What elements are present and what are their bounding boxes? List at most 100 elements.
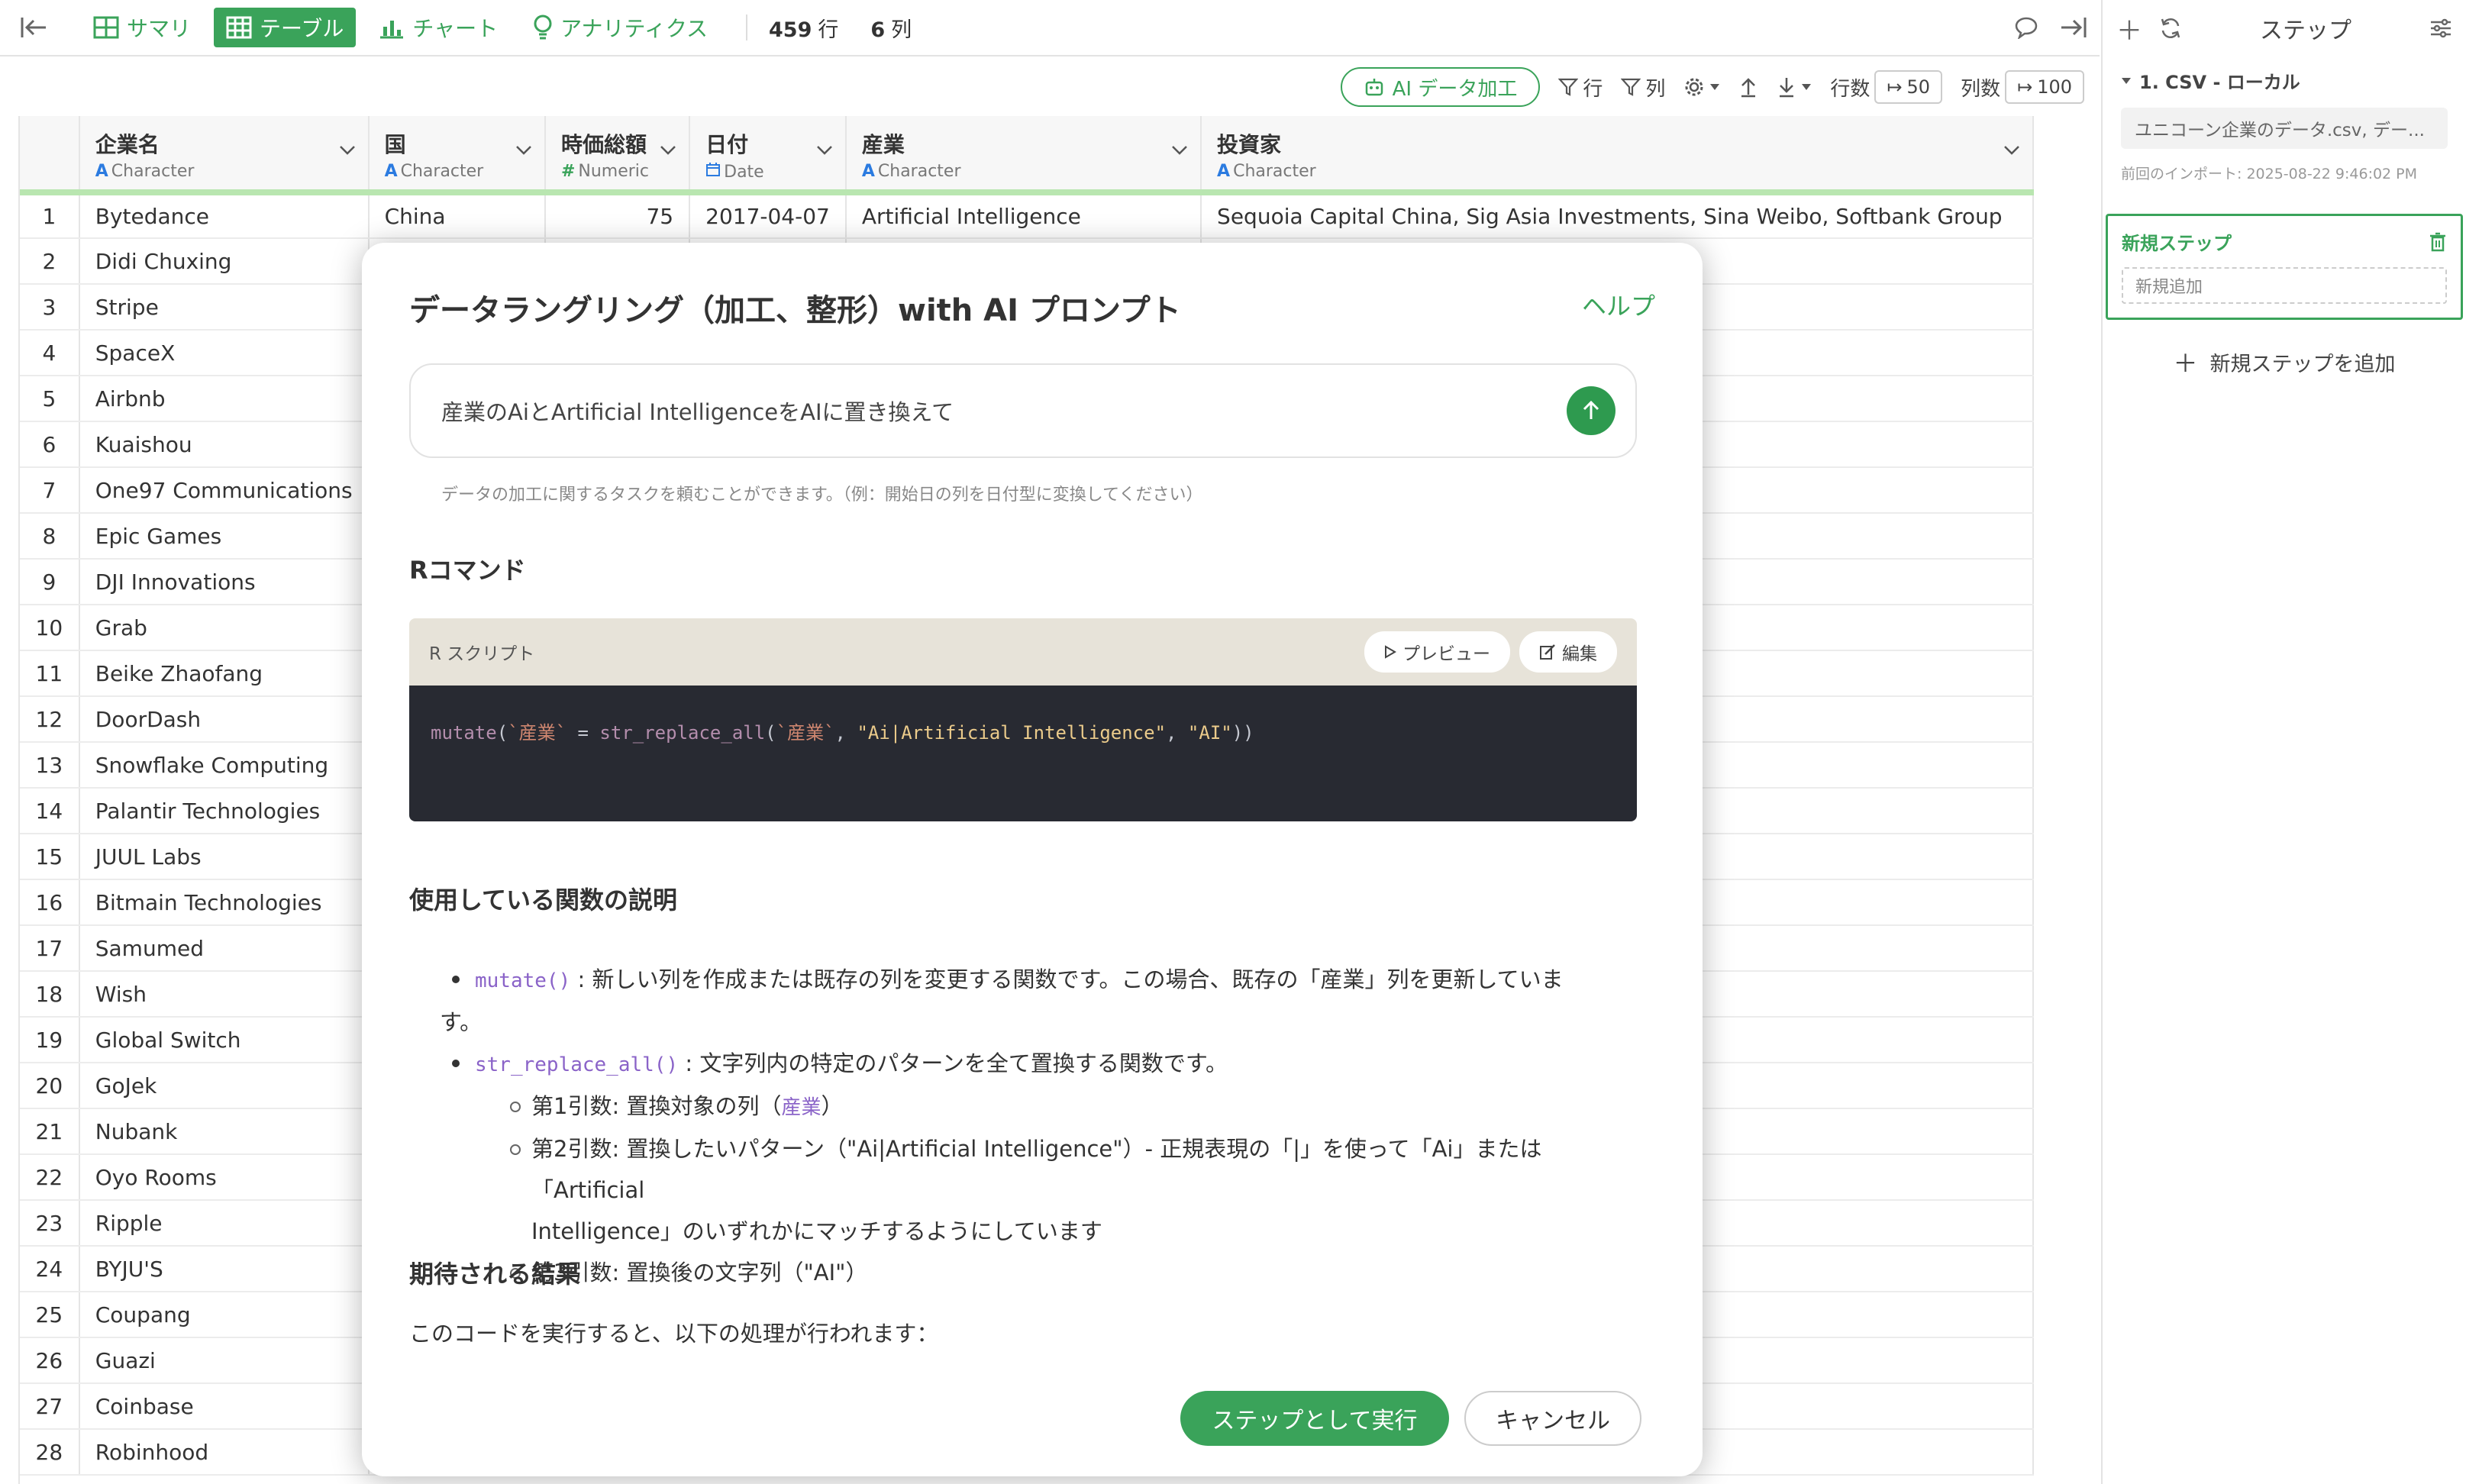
r-script-label: R スクリプト <box>429 644 535 664</box>
collapse-left-icon[interactable] <box>17 11 50 44</box>
column-name: 時価総額 <box>560 132 647 157</box>
table-cell[interactable]: Oyo Rooms <box>79 1154 370 1201</box>
table-cell[interactable]: JUUL Labs <box>79 834 370 880</box>
chevron-down-icon[interactable] <box>660 136 676 161</box>
column-header[interactable]: 日付 Date <box>689 116 847 195</box>
table-cell[interactable]: Grab <box>79 605 370 651</box>
row-number: 8 <box>20 513 80 560</box>
table-cell[interactable]: Robinhood <box>79 1429 370 1476</box>
row-number: 5 <box>20 376 80 422</box>
export-button[interactable] <box>1738 76 1758 98</box>
tab-analytics[interactable]: アナリティクス <box>521 8 720 47</box>
tab-summary[interactable]: サマリ <box>81 8 203 47</box>
table-cell[interactable]: Beike Zhaofang <box>79 650 370 697</box>
rows-label: 行数 <box>1830 77 1870 101</box>
trash-icon[interactable] <box>2429 232 2447 252</box>
chevron-down-icon[interactable] <box>339 136 356 161</box>
plus-icon[interactable]: ＋ <box>2116 10 2142 47</box>
edit-button[interactable]: 編集 <box>1519 631 1617 673</box>
table-cell[interactable]: Epic Games <box>79 513 370 560</box>
table-cell[interactable]: Global Switch <box>79 1017 370 1063</box>
arrow-right-bar-icon: ↦ <box>2017 76 2033 98</box>
collapse-right-icon[interactable] <box>2057 11 2090 44</box>
column-type-label: Character <box>877 162 961 181</box>
column-header[interactable]: 国 A Character <box>368 116 546 195</box>
download-dropdown[interactable] <box>1777 76 1812 98</box>
table-cell[interactable]: Nubank <box>79 1108 370 1155</box>
comment-icon[interactable] <box>2009 11 2043 44</box>
column-type-label: Numeric <box>578 162 649 181</box>
table-cell[interactable]: Coinbase <box>79 1383 370 1430</box>
row-number: 7 <box>20 467 80 514</box>
cols-input[interactable]: ↦ 100 <box>2005 70 2084 104</box>
sliders-icon[interactable] <box>2429 18 2452 39</box>
table-cell[interactable]: SpaceX <box>79 330 370 376</box>
download-icon <box>1780 78 1794 98</box>
code-token: )) <box>1231 722 1254 744</box>
run-as-step-button[interactable]: ステップとして実行 <box>1180 1391 1449 1446</box>
edit-label: 編集 <box>1562 644 1597 664</box>
table-cell[interactable]: Sequoia Capital China, Sig Asia Investme… <box>1201 192 2034 239</box>
chevron-down-icon[interactable] <box>2003 136 2020 161</box>
row-number: 10 <box>20 605 80 651</box>
send-button[interactable] <box>1567 386 1615 435</box>
settings-dropdown[interactable] <box>1683 76 1720 98</box>
list-item: mutate() : 新しい列を作成または既存の列を変更する関数です。この場合、… <box>409 959 1646 1043</box>
table-cell[interactable]: Bitmain Technologies <box>79 879 370 926</box>
column-header[interactable]: 企業名 A Character <box>79 116 370 195</box>
step-csv-local[interactable]: 1. CSV - ローカル ユニコーン企業のデータ.csv, デー... 前回の… <box>2103 56 2466 194</box>
column-type-label: Date <box>724 162 764 182</box>
character-type-icon: A <box>1217 162 1231 181</box>
table-cell[interactable]: Coupang <box>79 1292 370 1338</box>
help-link[interactable]: ヘルプ <box>1582 287 1655 322</box>
table-cell[interactable]: Artificial Intelligence <box>845 192 1202 239</box>
column-filter-button[interactable]: 列 <box>1621 73 1665 102</box>
new-step-card[interactable]: 新規ステップ 新規追加 <box>2106 214 2463 320</box>
table-cell[interactable]: Didi Chuxing <box>79 238 370 285</box>
preview-button[interactable]: プレビュー <box>1364 631 1510 673</box>
inline-code: 産業 <box>781 1096 821 1119</box>
ai-data-wrangling-button[interactable]: AI データ加工 <box>1340 67 1541 107</box>
new-add-input[interactable]: 新規追加 <box>2122 267 2447 304</box>
chevron-down-icon[interactable] <box>515 136 532 161</box>
tab-table[interactable]: テーブル <box>214 8 357 47</box>
table-cell[interactable]: GoJek <box>79 1063 370 1109</box>
row-filter-button[interactable]: 行 <box>1558 73 1603 102</box>
row-number: 12 <box>20 696 80 743</box>
r-script-code[interactable]: mutate(`産業` = str_replace_all(`産業`, "Ai|… <box>409 686 1637 821</box>
column-type: A Character <box>1217 162 2017 181</box>
rows-input[interactable]: ↦ 50 <box>1874 70 1943 104</box>
table-cell[interactable]: Guazi <box>79 1337 370 1384</box>
table-cell[interactable]: Bytedance <box>79 192 370 239</box>
table-cell[interactable]: BYJU'S <box>79 1246 370 1292</box>
table-cell[interactable]: Wish <box>79 971 370 1018</box>
table-cell[interactable]: 75 <box>544 192 691 239</box>
table-cell[interactable]: 2017-04-07 <box>689 192 847 239</box>
table-cell[interactable]: Stripe <box>79 284 370 331</box>
cancel-button[interactable]: キャンセル <box>1464 1391 1641 1446</box>
table-cell[interactable]: One97 Communications <box>79 467 370 514</box>
add-step-button[interactable]: ＋ 新規ステップを追加 <box>2103 344 2466 379</box>
table-cell[interactable]: Palantir Technologies <box>79 788 370 834</box>
column-header[interactable]: 産業 A Character <box>845 116 1202 195</box>
table-cell[interactable]: China <box>368 192 546 239</box>
row-number: 15 <box>20 834 80 880</box>
step-file-name[interactable]: ユニコーン企業のデータ.csv, デー... <box>2121 108 2448 149</box>
table-cell[interactable]: Airbnb <box>79 376 370 422</box>
table-cell[interactable]: Samumed <box>79 925 370 972</box>
tab-chart[interactable]: チャート <box>366 8 510 47</box>
column-header[interactable]: 時価総額 # Numeric <box>544 116 691 195</box>
refresh-icon[interactable] <box>2159 17 2182 40</box>
table-cell[interactable]: Snowflake Computing <box>79 742 370 789</box>
table-cell[interactable]: DoorDash <box>79 696 370 743</box>
column-header[interactable]: 投資家 A Character <box>1201 116 2034 195</box>
prompt-input[interactable]: 産業のAiとArtificial IntelligenceをAIに置き換えて <box>409 363 1637 458</box>
table-cell[interactable]: Kuaishou <box>79 421 370 468</box>
list-text: 第3引数: 置換後の文字列（"AI"） <box>531 1260 868 1286</box>
table-cell[interactable]: Ripple <box>79 1200 370 1247</box>
row-number: 20 <box>20 1063 80 1109</box>
table-cell[interactable]: DJI Innovations <box>79 559 370 605</box>
chevron-down-icon[interactable] <box>816 136 833 161</box>
chevron-down-icon[interactable] <box>1171 136 1188 161</box>
ai-data-wrangling-label: AI データ加工 <box>1392 77 1518 101</box>
